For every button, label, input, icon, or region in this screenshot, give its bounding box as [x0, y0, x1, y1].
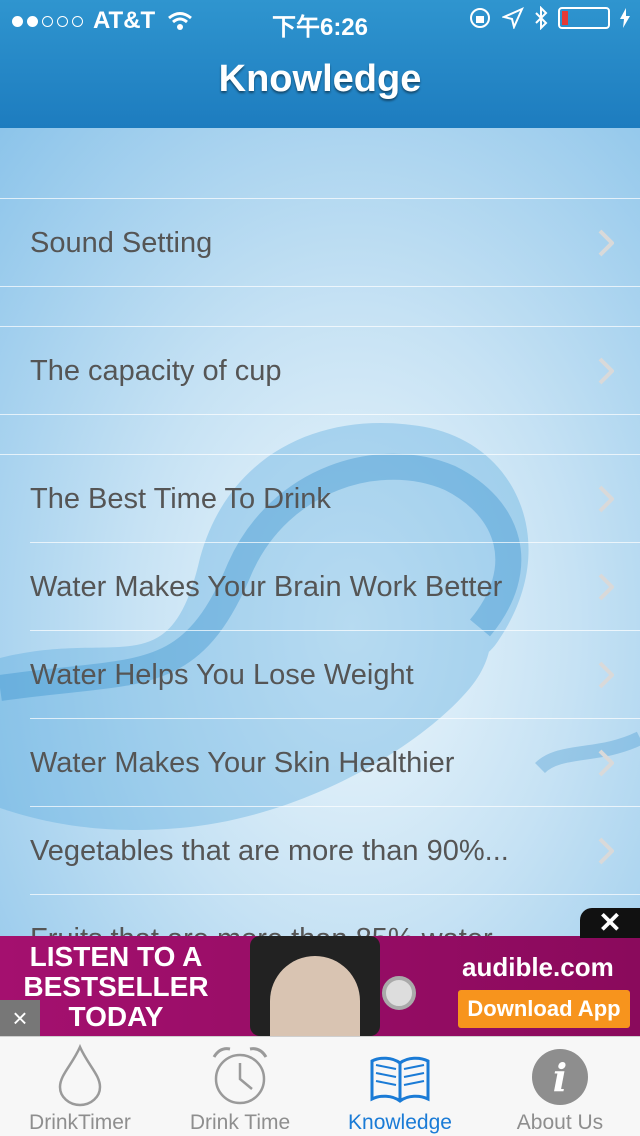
list-item[interactable]: Vegetables that are more than 90%...: [0, 807, 640, 895]
list-item-label: Sound Setting: [30, 226, 213, 259]
list-item-label: Water Makes Your Brain Work Better: [30, 570, 503, 603]
divider: [0, 286, 640, 287]
tab-drinktimer[interactable]: DrinkTimer: [0, 1037, 160, 1136]
location-icon: [502, 7, 524, 29]
divider: [0, 414, 640, 415]
ad-download-button[interactable]: Download App: [458, 990, 630, 1028]
chevron-right-icon: [598, 485, 614, 513]
ad-brand: audible.com: [462, 952, 614, 982]
top-bar: AT&T 下午6:26 Knowledge: [0, 0, 640, 128]
alarm-clock-icon: [212, 1047, 268, 1105]
bluetooth-icon: [535, 6, 548, 30]
status-bar: AT&T 下午6:26: [0, 0, 640, 41]
list-item-label: Water Helps You Lose Weight: [30, 658, 414, 691]
list-item-label: Vegetables that are more than 90%...: [30, 834, 509, 867]
chevron-right-icon: [598, 357, 614, 385]
chevron-right-icon: [598, 661, 614, 689]
status-icons: [468, 6, 630, 30]
ad-banner[interactable]: LISTEN TO A BESTSELLER TODAY audible.com…: [0, 936, 640, 1036]
list-item-label: The capacity of cup: [30, 354, 282, 387]
ad-earbud-image: [382, 976, 416, 1010]
tab-knowledge[interactable]: Knowledge: [320, 1037, 480, 1136]
chevron-right-icon: [598, 749, 614, 777]
ad-dismiss-button[interactable]: ×: [0, 1000, 40, 1036]
list-item[interactable]: The capacity of cup: [0, 327, 640, 415]
ad-close-button[interactable]: ✕: [580, 908, 640, 938]
tab-label: Drink Time: [189, 1111, 291, 1134]
chevron-right-icon: [598, 573, 614, 601]
svg-text:i: i: [553, 1055, 567, 1100]
info-icon: i: [532, 1049, 588, 1105]
list-item[interactable]: Sound Setting: [0, 199, 640, 287]
list-item[interactable]: The Best Time To Drink: [0, 455, 640, 543]
tab-about-us[interactable]: i About Us: [480, 1037, 640, 1136]
tab-bar: DrinkTimer Drink Time Knowledge i About …: [0, 1036, 640, 1136]
ad-author-photo: [270, 956, 360, 1036]
book-icon: [370, 1056, 430, 1103]
charging-icon: [620, 8, 630, 28]
list-item[interactable]: Water Helps You Lose Weight: [0, 631, 640, 719]
list-item-label: Water Makes Your Skin Healthier: [30, 746, 455, 779]
ad-headline-line: LISTEN TO A: [29, 941, 203, 972]
ad-headline-line: TODAY: [68, 1001, 164, 1032]
tab-label: About Us: [516, 1111, 604, 1134]
chevron-right-icon: [598, 837, 614, 865]
chevron-right-icon: [598, 229, 614, 257]
list-item[interactable]: Water Makes Your Brain Work Better: [0, 543, 640, 631]
tab-label: Knowledge: [348, 1111, 452, 1134]
list-item-label: The Best Time To Drink: [30, 482, 331, 515]
tab-label: DrinkTimer: [29, 1111, 131, 1134]
ad-headline-line: BESTSELLER: [23, 971, 209, 1002]
drop-icon: [58, 1043, 102, 1107]
page-title: Knowledge: [218, 58, 422, 100]
ad-headline: LISTEN TO A BESTSELLER TODAY: [16, 942, 216, 1032]
battery-icon: [558, 7, 610, 29]
tab-drink-time[interactable]: Drink Time: [160, 1037, 320, 1136]
orientation-lock-icon: [470, 8, 490, 28]
list-item[interactable]: Water Makes Your Skin Healthier: [0, 719, 640, 807]
